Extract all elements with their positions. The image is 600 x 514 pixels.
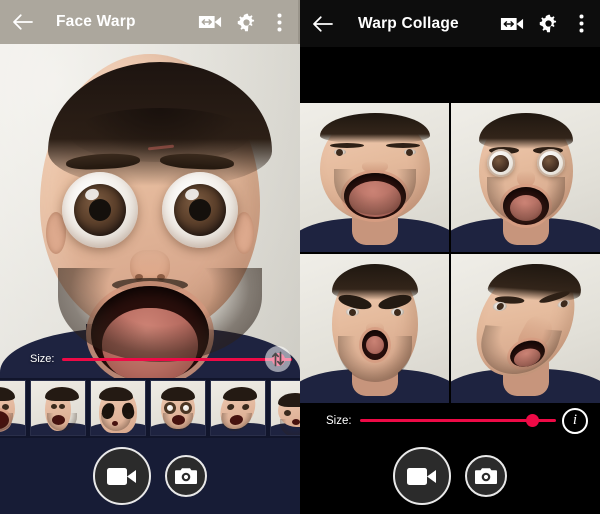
right-size-control: Size: i: [300, 403, 600, 438]
camera-icon: [175, 468, 197, 484]
page-title: Warp Collage: [358, 14, 459, 32]
page-title: Face Warp: [56, 13, 136, 30]
size-label: Size:: [30, 353, 55, 365]
take-photo-button[interactable]: [465, 455, 507, 497]
video-flip-icon: [198, 16, 222, 28]
video-camera-icon: [107, 467, 136, 485]
right-action-bar: [300, 438, 600, 514]
cell-eye-right: [390, 308, 404, 316]
cell-beard: [486, 177, 565, 223]
size-slider[interactable]: [359, 411, 556, 431]
info-button[interactable]: i: [562, 407, 588, 434]
thumb-pinched-face[interactable]: [30, 380, 86, 436]
settings-button[interactable]: [228, 0, 264, 44]
thumb-twisted-face[interactable]: [210, 380, 266, 436]
collage-cell-twisted[interactable]: [451, 254, 600, 403]
collage-cell-big-eyes[interactable]: [451, 103, 600, 252]
thumb-eye-right: [241, 404, 250, 410]
settings-button[interactable]: [530, 0, 566, 47]
arrow-back-icon: [13, 14, 33, 30]
thumb-eye-right: [59, 404, 65, 409]
thumb-bug-eyes-mouth[interactable]: [150, 380, 206, 436]
cell-head: [331, 264, 418, 382]
iris-right: [174, 184, 226, 236]
collage-cell-angry-brows[interactable]: [300, 254, 449, 403]
warped-face-preview: [0, 42, 300, 378]
video-camera-icon: [407, 467, 436, 485]
record-video-button[interactable]: [93, 447, 151, 505]
app-root: Face Warp Size: Warp Collage Size: i: [0, 0, 600, 514]
warp-collage-grid[interactable]: [300, 103, 600, 403]
thumb-head: [278, 393, 300, 435]
cell-eye-left: [345, 308, 359, 316]
cell-head: [478, 113, 573, 225]
arrow-back-icon: [313, 15, 333, 32]
thumb-hair: [45, 387, 79, 401]
swap-orientation-button[interactable]: [265, 346, 291, 372]
thumb-head: [161, 387, 195, 431]
cell-eye-left: [333, 148, 346, 156]
cell-eyebrow-left: [329, 143, 364, 148]
left-action-bar: [0, 438, 300, 514]
back-button[interactable]: [300, 0, 346, 47]
cell-head: [319, 113, 430, 221]
subject-eye-right: [162, 172, 238, 248]
cell-eye-left: [491, 301, 508, 312]
face-warp-screen: Face Warp Size:: [0, 0, 300, 514]
flip-camera-button[interactable]: [192, 0, 228, 44]
flip-camera-button[interactable]: [494, 0, 530, 47]
thumb-head: [99, 387, 137, 433]
cell-eye-right: [536, 149, 565, 177]
right-toolbar: Warp Collage: [300, 0, 600, 47]
collage-top-spacer: [300, 47, 600, 103]
iris-left: [74, 184, 126, 236]
subject-eye-left: [62, 172, 138, 248]
camera-preview[interactable]: Size:: [0, 42, 300, 378]
thumb-eye-left: [284, 410, 291, 416]
size-label: Size:: [326, 414, 352, 427]
gear-icon: [237, 13, 254, 31]
effect-filmstrip[interactable]: [0, 378, 300, 438]
cell-eye-left: [486, 149, 515, 177]
thumb-hair: [99, 387, 133, 401]
thumb-open-mouth[interactable]: [0, 380, 26, 436]
cell-eyebrow-right: [385, 143, 420, 148]
thumb-head: [45, 387, 79, 431]
thumb-eye-right: [2, 404, 9, 410]
camera-icon: [475, 468, 497, 484]
left-toolbar: Face Warp: [0, 0, 300, 44]
thumb-hair: [161, 387, 195, 401]
cell-eye-right: [403, 148, 416, 156]
take-photo-button[interactable]: [165, 455, 207, 497]
thumb-eye-left: [226, 404, 235, 410]
record-video-button[interactable]: [393, 447, 451, 505]
gear-icon: [539, 14, 556, 33]
thumb-beard: [101, 413, 131, 431]
swap-vertical-icon: [271, 351, 285, 367]
back-button[interactable]: [0, 0, 46, 44]
slider-thumb[interactable]: [525, 414, 539, 427]
collage-cell-wide-mouth[interactable]: [300, 103, 449, 252]
cell-beard: [333, 169, 416, 215]
thumb-alien-eyes[interactable]: [90, 380, 146, 436]
info-icon: i: [572, 412, 578, 428]
overflow-menu-button[interactable]: [566, 0, 596, 47]
thumb-squashed-face[interactable]: [270, 380, 300, 436]
overflow-menu-button[interactable]: [264, 0, 294, 44]
size-slider[interactable]: [62, 349, 292, 369]
video-flip-icon: [500, 17, 524, 30]
slider-track: [62, 357, 292, 361]
subject-head: [40, 54, 272, 378]
more-vertical-icon: [277, 13, 281, 31]
left-size-control: Size:: [0, 340, 300, 378]
more-vertical-icon: [579, 14, 583, 33]
thumb-eye-left: [51, 404, 57, 409]
warp-collage-screen: Warp Collage Size: i: [300, 0, 600, 514]
